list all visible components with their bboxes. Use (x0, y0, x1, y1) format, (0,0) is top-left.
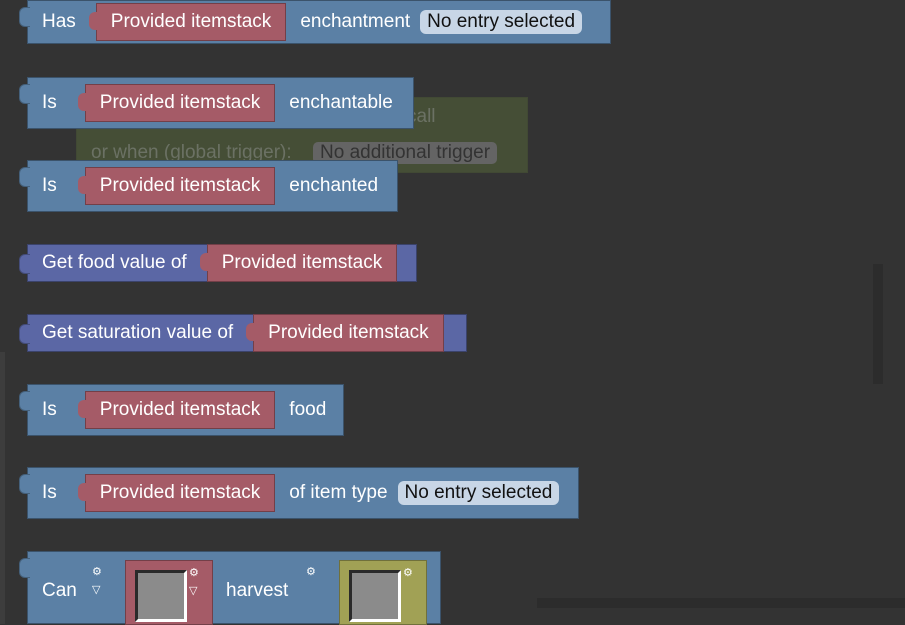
gear-icon: ⚙ (92, 566, 102, 578)
itemstack-input[interactable]: Provided itemstack (88, 3, 287, 41)
block-prefix: Get saturation value of (42, 322, 234, 343)
get-saturation-value-block[interactable]: Get saturation value of Provided itemsta… (19, 314, 467, 352)
enchantment-dropdown[interactable]: No entry selected (420, 10, 583, 34)
block-prefix: Get food value of (42, 252, 187, 273)
block-suffix: enchantable (289, 92, 393, 113)
output-connector (19, 558, 30, 578)
block-suffix: food (289, 399, 327, 420)
gear-icon: ⚙ (306, 566, 316, 578)
itemstack-input[interactable]: Provided itemstack (77, 474, 276, 512)
block-middle: harvest (226, 580, 289, 601)
itemstack-input[interactable]: Provided itemstack (246, 314, 444, 352)
output-connector (19, 84, 30, 104)
block-prefix: Can (42, 580, 77, 601)
itemstack-input[interactable]: Provided itemstack (77, 391, 276, 429)
is-food-block[interactable]: Is Provided itemstack food (19, 384, 344, 436)
gear-icon: ⚙ (189, 567, 199, 579)
horizontal-scrollbar[interactable] (537, 598, 905, 608)
output-connector (19, 7, 30, 27)
itemstack-input[interactable]: Provided itemstack (77, 167, 276, 205)
block-suffix: of item type (289, 482, 388, 503)
block-prefix: Is (42, 482, 57, 503)
block-prefix: Is (42, 175, 57, 196)
workspace-left-edge (0, 352, 5, 624)
is-of-item-type-block[interactable]: Is Provided itemstack of item type No en… (19, 467, 579, 519)
itemstack-input[interactable]: Provided itemstack (199, 244, 398, 282)
gear-icon: ⚙ (403, 567, 413, 579)
block-prefix: Is (42, 399, 57, 420)
output-connector (19, 324, 30, 344)
block-prefix: Is (42, 92, 57, 113)
vertical-scrollbar[interactable] (873, 264, 883, 384)
output-connector (19, 474, 30, 494)
block-prefix: Has (42, 11, 76, 32)
item-slot[interactable] (135, 570, 187, 622)
has-enchantment-block[interactable]: Has Provided itemstack enchantment No en… (19, 0, 611, 44)
output-connector (19, 254, 30, 274)
output-connector (19, 391, 30, 411)
block-slot[interactable] (349, 570, 401, 622)
itemstack-input[interactable]: Provided itemstack (77, 84, 276, 122)
block-suffix: enchantment (300, 11, 411, 32)
blockstate-slot-input[interactable]: ⚙ (339, 560, 427, 625)
output-connector (19, 167, 30, 187)
get-food-value-block[interactable]: Get food value of Provided itemstack (19, 244, 417, 282)
block-suffix: enchanted (289, 175, 379, 196)
blockly-workspace[interactable]: call or when (global trigger): No additi… (0, 0, 905, 625)
is-enchantable-block[interactable]: Is Provided itemstack enchantable (19, 77, 414, 129)
chevron-down-icon: ▽ (189, 585, 198, 597)
item-type-dropdown[interactable]: No entry selected (397, 481, 560, 505)
chevron-down-icon: ▽ (92, 584, 101, 596)
itemstack-slot-input[interactable]: ⚙ ▽ (125, 560, 213, 625)
is-enchanted-block[interactable]: Is Provided itemstack enchanted (19, 160, 398, 212)
can-harvest-block[interactable]: Can ⚙ ▽ ⚙ ▽ harvest ⚙ ⚙ (19, 551, 441, 625)
